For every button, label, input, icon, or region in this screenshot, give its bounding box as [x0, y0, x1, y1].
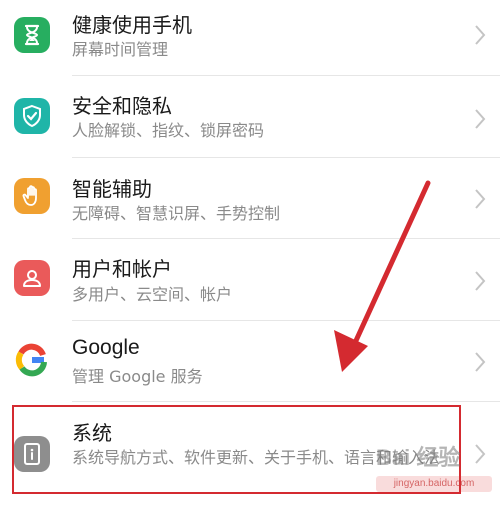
hourglass-icon: [14, 17, 50, 53]
watermark-brand: Bai 经验: [376, 445, 461, 470]
hand-icon: [14, 178, 50, 214]
item-subtitle: 无障碍、智慧识屏、手势控制: [72, 204, 281, 223]
settings-item-google[interactable]: Google 管理 Google 服务: [0, 323, 500, 404]
item-subtitle: 屏幕时间管理: [72, 40, 169, 59]
item-subtitle: 多用户、云空间、帐户: [72, 285, 233, 304]
chevron-right-icon: [475, 189, 486, 209]
divider: [72, 75, 500, 76]
item-title: Google: [72, 336, 140, 359]
divider: [72, 157, 500, 158]
chevron-right-icon: [475, 109, 486, 129]
settings-item-users-accounts[interactable]: 用户和帐户 多用户、云空间、帐户: [0, 241, 500, 322]
item-subtitle: 管理 Google 服务: [72, 367, 203, 386]
user-icon: [14, 260, 50, 296]
item-title: 安全和隐私: [72, 94, 172, 118]
chevron-right-icon: [475, 352, 486, 372]
item-title: 智能辅助: [72, 177, 152, 201]
item-title: 用户和帐户: [72, 257, 172, 281]
divider: [72, 238, 500, 239]
chevron-right-icon: [475, 25, 486, 45]
shield-check-icon: [14, 98, 50, 134]
google-g-icon: [14, 342, 50, 378]
watermark: Bai 经验 jingyan.baidu.com: [376, 436, 492, 498]
settings-item-smart-assistance[interactable]: 智能辅助 无障碍、智慧识屏、手势控制: [0, 160, 500, 241]
item-title: 健康使用手机: [72, 13, 192, 37]
settings-item-security-privacy[interactable]: 安全和隐私 人脸解锁、指纹、锁屏密码: [0, 78, 500, 159]
divider: [72, 401, 500, 402]
divider: [72, 320, 500, 321]
item-subtitle: 人脸解锁、指纹、锁屏密码: [72, 121, 265, 140]
settings-item-digital-balance[interactable]: 健康使用手机 屏幕时间管理: [0, 0, 500, 76]
watermark-url: jingyan.baidu.com: [376, 476, 492, 492]
chevron-right-icon: [475, 271, 486, 291]
